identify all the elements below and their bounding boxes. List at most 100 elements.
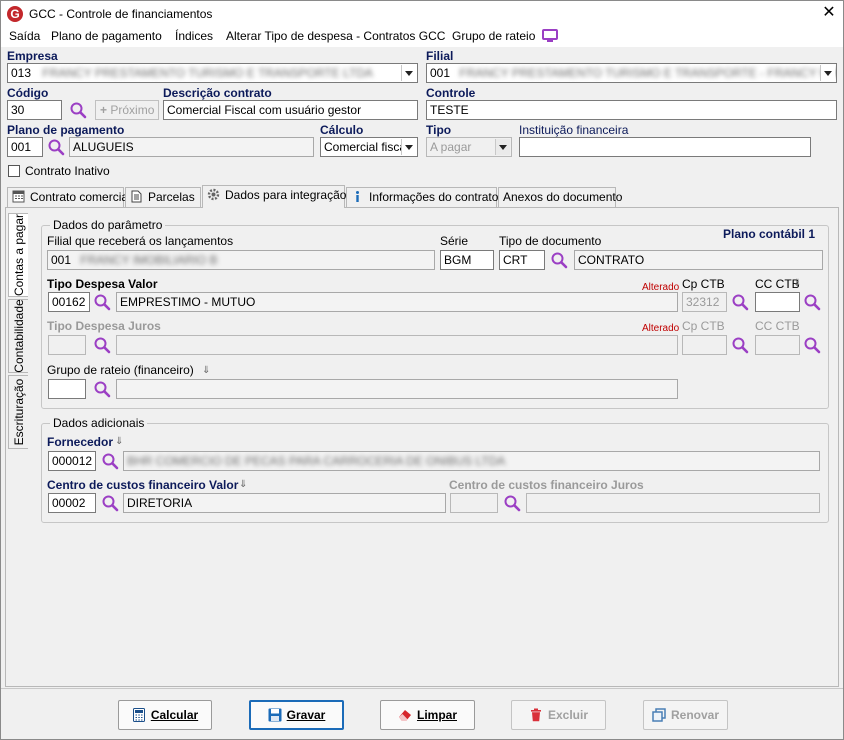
search-icon[interactable] [69,101,87,119]
tab-label: Parcelas [148,190,195,204]
search-icon[interactable] [731,293,749,311]
tipo-select[interactable]: A pagar [426,137,512,157]
contrato-inativo-checkbox[interactable] [8,165,20,177]
menu-saida[interactable]: Saída [9,29,40,43]
tipo-documento-name-field: CONTRATO [574,250,823,270]
calculo-label: Cálculo [320,123,364,137]
search-icon[interactable] [731,336,749,354]
cc-ctb-input[interactable] [755,292,800,312]
gravar-button[interactable]: Gravar [249,700,344,730]
empresa-name-blurred: FRANCY PRESTAMENTO TURISMO E TRANSPORTE … [42,66,373,80]
calculo-select[interactable]: Comercial fiscal [320,137,418,157]
close-window-button[interactable]: ✕ [819,3,839,23]
fornecedor-name-blurred: BHR COMERCIO DE PECAS PARA CARROCERIA DE… [127,454,506,468]
descricao-label: Descrição contrato [163,86,272,100]
search-icon[interactable] [503,494,521,512]
tab-contrato-comercial[interactable]: Contrato comercial [7,187,131,207]
proximo-button[interactable]: + Próximo [95,100,159,120]
search-icon[interactable] [93,293,111,311]
codigo-input[interactable]: 30 [7,100,62,120]
cp-ctb-label: Cp CTB [682,319,725,333]
plano-code-input[interactable]: 001 [7,137,43,157]
menu-grupo-rateio[interactable]: Grupo de rateio [452,29,535,43]
tipo-label: Tipo [426,123,452,137]
empresa-code: 013 [11,66,32,80]
alterado-label: Alterado [642,323,680,334]
controle-input[interactable]: TESTE [426,100,837,120]
plano-label: Plano de pagamento [7,123,125,137]
fornecedor-code-input[interactable]: 000012 [48,451,96,471]
tab-label: Contrato comercial [30,190,131,204]
cc-ctb-juros-input[interactable] [755,335,800,355]
tab-parcelas[interactable]: Parcelas [125,187,201,207]
excluir-button[interactable]: Excluir [511,700,606,730]
despesa-juros-code-input[interactable] [48,335,86,355]
app-logo-icon: G [7,6,23,22]
cp-ctb-juros-input[interactable] [682,335,727,355]
chevron-down-icon [495,139,510,155]
grupo-rateio-code-input[interactable] [48,379,86,399]
controle-label: Controle [426,86,476,100]
fornecedor-name-field: BHR COMERCIO DE PECAS PARA CARROCERIA DE… [123,451,820,471]
serie-label: Série [440,234,469,248]
calcular-button[interactable]: Calcular [118,700,212,730]
tab-dados-integracao[interactable]: Dados para integração [202,185,347,208]
cc-valor-code-input[interactable]: 00002 [48,493,96,513]
search-icon[interactable] [803,293,821,311]
search-icon[interactable] [101,452,119,470]
filial-code: 001 [430,66,451,80]
instituicao-label: Instituição financeira [519,123,629,137]
search-icon[interactable] [803,336,821,354]
cc-juros-code-input[interactable] [450,493,498,513]
group-title: Dados adicionais [50,416,148,430]
tab-anexos-documento[interactable]: Anexos do documento [498,187,622,207]
title-bar: G GCC - Controle de financiamentos ✕ [1,1,843,27]
excluir-label: Excluir [547,708,589,722]
chevron-down-icon [401,139,416,155]
menu-alterar-tipo-despesa[interactable]: Alterar Tipo de despesa - Contratos GCC [226,29,445,43]
plano-name-field: ALUGUEIS [69,137,314,157]
cc-juros-name-field [526,493,820,513]
empresa-select[interactable]: 013 FRANCY PRESTAMENTO TURISMO E TRANSPO… [7,63,418,83]
limpar-button[interactable]: Limpar [380,700,475,730]
eraser-icon [398,710,411,721]
tab-informacoes-contrato[interactable]: Informações do contrato [346,187,498,207]
cc-valor-label: Centro de custos financeiro Valor [47,478,239,492]
calendar-icon [12,190,25,203]
pin-icon: ⇓ [239,479,248,490]
monitor-icon[interactable] [542,29,558,43]
renovar-button[interactable]: Renovar [643,700,728,730]
window-title: GCC - Controle de financiamentos [29,7,213,21]
filial-lancamentos-label: Filial que receberá os lançamentos [47,234,234,248]
filial-select[interactable]: 001 FRANCY PRESTAMENTO TURISMO E TRANSPO… [426,63,837,83]
search-icon[interactable] [101,494,119,512]
tab-label: Anexos do documento [503,190,623,204]
cp-ctb-input[interactable]: 32312 [682,292,727,312]
info-icon [356,191,359,202]
search-icon[interactable] [93,380,111,398]
filial-lancamentos-blurred: FRANCY IMOBILIARIO B [80,253,218,267]
serie-input[interactable]: BGM [440,250,494,270]
search-icon[interactable] [47,138,65,156]
search-icon[interactable] [93,336,111,354]
pin-icon: ⇓ [202,365,211,376]
plus-icon: + [100,103,108,117]
descricao-input[interactable]: Comercial Fiscal com usuário gestor [163,100,418,120]
vtab-contabilidade[interactable]: Contabilidade [8,299,28,373]
menu-indices[interactable]: Índices [175,29,213,43]
despesa-valor-code-input[interactable]: 00162 [48,292,90,312]
codigo-label: Código [7,86,49,100]
tab-label: Dados para integração [225,188,347,202]
vtab-escrituracao[interactable]: Escrituração [8,375,28,449]
menu-plano-pagamento[interactable]: Plano de pagamento [51,29,162,43]
tipo-documento-code-input[interactable]: CRT [499,250,545,270]
vtab-contas-a-pagar[interactable]: Contas a pagar [8,213,28,297]
instituicao-input[interactable] [519,137,811,157]
pin-icon: ⇓ [115,436,124,447]
grupo-rateio-name-field [116,379,678,399]
search-icon[interactable] [550,251,568,269]
limpar-label: Limpar [416,708,457,722]
cc-juros-label: Centro de custos financeiro Juros [449,478,644,492]
calculo-value: Comercial fiscal [324,140,409,154]
despesa-valor-name-field: EMPRESTIMO - MUTUO [116,292,678,312]
